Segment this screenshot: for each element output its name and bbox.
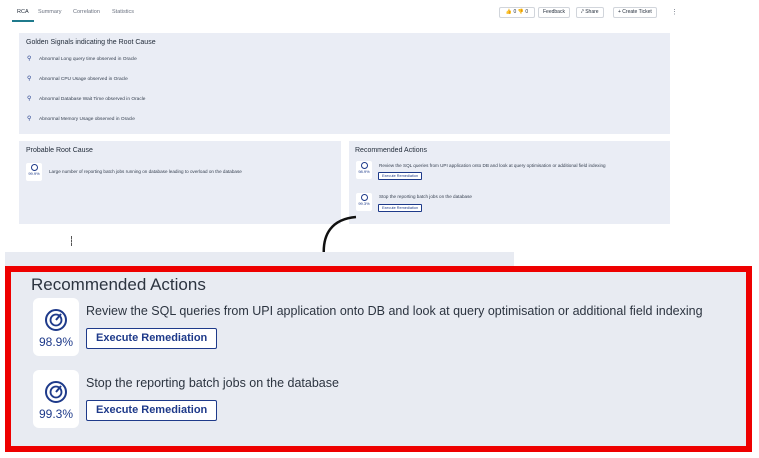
search-icon: ⚲ [27,96,32,102]
execute-remediation-button[interactable]: Execute Remediation [86,328,218,349]
thumbs-up-icon[interactable]: 👍 [506,9,512,15]
downvote-count: 0 [525,9,529,15]
confidence-gauge: 98.9% [356,161,372,179]
action-text: Stop the reporting batch jobs on the dat… [86,376,339,390]
confidence-value: 98.9% [358,169,370,174]
probable-root-cause-panel: Probable Root Cause 99.9% Large number o… [19,141,341,224]
confidence-value: 99.3% [38,407,74,421]
vote-widget[interactable]: 👍 0 👎 0 [499,7,535,18]
gauge-icon [360,162,368,169]
recommended-actions-title: Recommended Actions [31,275,206,294]
gauge-icon [45,381,67,403]
search-icon: ⚲ [27,56,32,62]
gauge-icon [360,194,368,201]
action-text: Review the SQL queries from UPI applicat… [379,163,606,168]
thumbs-down-icon[interactable]: 👎 [518,9,524,15]
feedback-button[interactable]: Feedback [538,7,570,18]
gauge-icon [30,164,38,171]
confidence-value: 98.9% [38,335,74,349]
action-text: Review the SQL queries from UPI applicat… [86,304,703,318]
signal-item: ⚲ Abnormal Memory Usage observed in Oracl… [27,116,135,122]
upvote-count: 0 [513,9,517,15]
create-ticket-button[interactable]: + Create Ticket [613,7,657,18]
recommended-actions-title: Recommended Actions [355,147,427,154]
search-icon: ⚲ [27,116,32,122]
confidence-gauge: 99.3% [356,193,372,211]
signal-item: ⚲ Abnormal CPU Usage observed in Oracle [27,76,128,82]
root-cause-text: Large number of reporting batch jobs run… [49,169,242,174]
rca-page-thumbnail: RCA Summary Correlation Statistics 👍 0 👎… [0,0,680,232]
confidence-gauge: 99.3% [33,370,79,428]
signal-item: ⚲ Abnormal Long query time observed in Or… [27,56,137,62]
share-icon: ⤤ [581,9,584,15]
execute-remediation-button[interactable]: Execute Remediation [86,400,218,421]
recommended-actions-panel-small: Recommended Actions 98.9% Review the SQL… [349,141,670,224]
more-options-icon[interactable]: ⋮ [671,8,678,16]
action-text: Stop the reporting batch jobs on the dat… [379,194,472,199]
share-button[interactable]: ⤤ Share [576,7,604,18]
search-icon: ⚲ [27,76,32,82]
gauge-icon [45,309,67,331]
tab-statistics[interactable]: Statistics [112,9,134,15]
probable-root-cause-title: Probable Root Cause [26,147,93,154]
tab-correlation[interactable]: Correlation [73,9,100,15]
tab-summary[interactable]: Summary [38,9,62,15]
golden-signals-title: Golden Signals indicating the Root Cause [26,39,156,46]
confidence-gauge: 99.9% [26,163,42,181]
divider-mark [71,236,72,246]
execute-remediation-button[interactable]: Execute Remediation [378,204,423,212]
recommended-actions-zoom-highlight: Recommended Actions 98.9% Review the SQL… [5,266,752,452]
confidence-value: 99.3% [358,201,370,206]
execute-remediation-button[interactable]: Execute Remediation [378,172,423,180]
top-bar: RCA Summary Correlation Statistics 👍 0 👎… [10,6,678,22]
golden-signals-panel: Golden Signals indicating the Root Cause… [19,33,670,134]
signal-item: ⚲ Abnormal Database Wait Time observed in… [27,96,146,102]
share-label: Share [585,9,599,15]
confidence-value: 99.9% [28,171,40,176]
confidence-gauge: 98.9% [33,298,79,356]
tab-rca[interactable]: RCA [17,9,29,15]
active-tab-indicator [12,20,34,22]
